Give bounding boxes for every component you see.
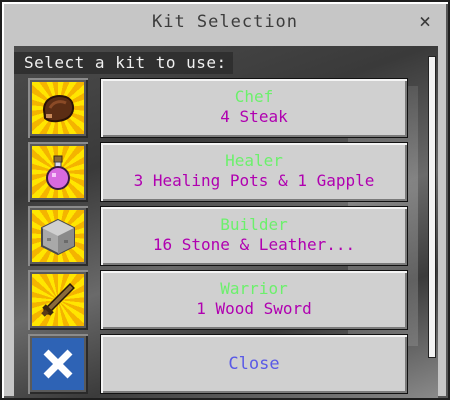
scrollbar[interactable]: [428, 56, 436, 358]
kit-description: 3 Healing Pots & 1 Gapple: [133, 171, 375, 190]
kit-row-healer: Healer 3 Healing Pots & 1 Gapple: [28, 142, 408, 202]
kit-row-builder: Builder 16 Stone & Leather...: [28, 206, 408, 266]
kit-icon-frame: [28, 206, 88, 266]
kit-selection-window: Kit Selection × Select a kit to use: Che…: [0, 0, 450, 400]
kit-name: Chef: [234, 87, 274, 106]
wood-sword-icon: [41, 283, 75, 317]
kit-icon-frame: [28, 78, 88, 138]
close-button-label: Close: [228, 354, 280, 374]
kit-icon-frame: [28, 142, 88, 202]
kit-name: Builder: [220, 215, 288, 234]
kit-icon-frame: [28, 270, 88, 330]
kit-icon-frame: [28, 334, 88, 394]
kit-description: 16 Stone & Leather...: [152, 235, 356, 254]
select-kit-prompt: Select a kit to use:: [14, 52, 233, 74]
kit-row-chef: Chef 4 Steak: [28, 78, 408, 138]
close-icon: [43, 349, 73, 379]
kit-description: 1 Wood Sword: [196, 299, 312, 318]
kit-description: 4 Steak: [220, 107, 288, 126]
window-close-button[interactable]: ×: [414, 10, 436, 32]
kit-button-healer[interactable]: Healer 3 Healing Pots & 1 Gapple: [100, 142, 408, 202]
close-button[interactable]: Close: [100, 334, 408, 394]
steak-icon: [42, 95, 75, 123]
kit-button-builder[interactable]: Builder 16 Stone & Leather...: [100, 206, 408, 266]
window-title: Kit Selection: [151, 12, 299, 32]
kit-button-chef[interactable]: Chef 4 Steak: [100, 78, 408, 138]
kit-row-warrior: Warrior 1 Wood Sword: [28, 270, 408, 330]
close-row: Close: [28, 334, 408, 394]
stone-block-icon: [41, 218, 75, 256]
kit-name: Healer: [225, 151, 283, 170]
kit-name: Warrior: [220, 279, 288, 298]
potion-icon: [46, 155, 70, 190]
kit-button-warrior[interactable]: Warrior 1 Wood Sword: [100, 270, 408, 330]
